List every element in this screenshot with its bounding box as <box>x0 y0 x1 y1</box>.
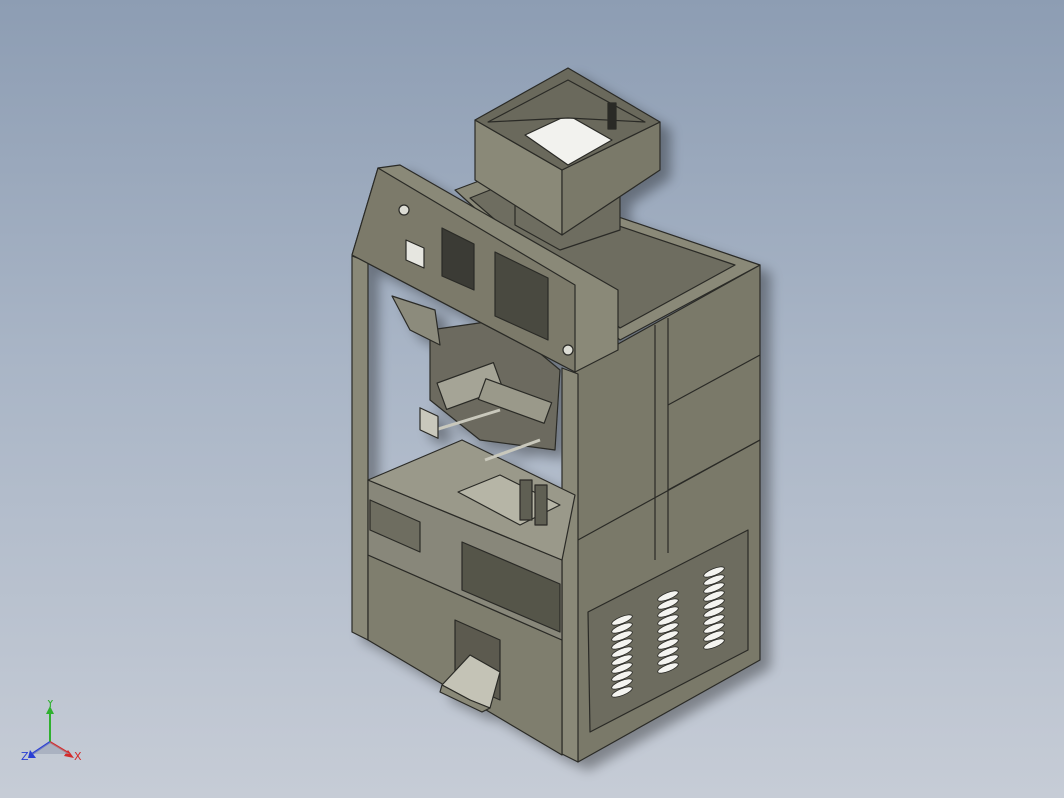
machine-model[interactable] <box>0 0 1064 798</box>
front-left-post <box>351 255 369 641</box>
y-axis-label: Y <box>46 700 54 710</box>
front-right-post <box>561 367 579 763</box>
orientation-triad: Y X Z <box>21 700 82 763</box>
triad-plane <box>32 742 70 754</box>
panel-knob-left <box>398 204 410 216</box>
panel-knob-right <box>562 344 574 356</box>
z-axis-label: Z <box>21 750 29 763</box>
x-axis-label: X <box>74 750 82 763</box>
graphics-viewport[interactable]: Y X Z <box>0 0 1064 798</box>
